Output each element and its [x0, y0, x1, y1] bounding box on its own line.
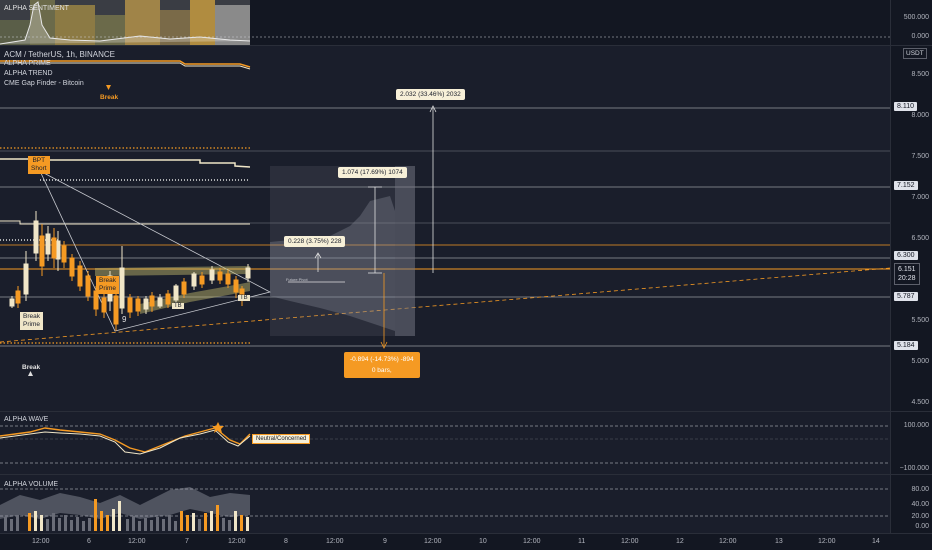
symbol-title[interactable]: ACM / TetherUS, 1h, BINANCE: [4, 50, 115, 59]
currency-button[interactable]: USDT: [903, 48, 927, 59]
sentiment-heatmap: [0, 0, 890, 45]
price-tick-8000: 8.000: [911, 112, 929, 119]
bar-countdown: 20:28: [898, 275, 916, 282]
break-prime-left-line2: Prime: [23, 321, 40, 328]
tb-badge-1: TB: [172, 303, 184, 309]
time-tick-5: 8: [284, 538, 288, 545]
future-pivot-label: Future Pivot: [286, 277, 308, 282]
time-tick-4: 12:00: [228, 538, 246, 545]
volume-tick-20: 20.00: [911, 513, 929, 520]
time-tick-2: 12:00: [128, 538, 146, 545]
alpha-wave-title[interactable]: ALPHA WAVE: [4, 416, 48, 423]
alpha-volume-pane[interactable]: ALPHA VOLUME: [0, 475, 890, 533]
price-label-high: 8.110: [894, 102, 917, 111]
break-prime-left-line1: Break: [23, 313, 40, 320]
current-price-label: 6.151 20:28: [894, 263, 920, 285]
alpha-wave-pane[interactable]: ALPHA WAVE Neutral/Concerned: [0, 412, 890, 474]
break-label-top: Break: [100, 94, 119, 101]
price-tick-6500: 6.500: [911, 235, 929, 242]
break-prime-badge-mid: Break Prime: [96, 276, 119, 294]
sentiment-tick-zero: 0.000: [911, 33, 929, 40]
price-label-support: 5.787: [894, 292, 918, 301]
current-price-value: 6.151: [898, 266, 916, 273]
sentiment-title: ALPHA SENTIMENT: [4, 5, 69, 12]
count-label-9: 9: [122, 315, 127, 324]
time-axis[interactable]: 12:00 6 12:00 7 12:00 8 12:00 9 12:00 10…: [0, 534, 932, 550]
alpha-wave-axis[interactable]: 100.000 −100.000: [890, 412, 932, 474]
time-tick-1: 6: [87, 538, 91, 545]
price-tick-8500: 8.500: [911, 71, 929, 78]
break-label-bottom: Break: [22, 364, 41, 371]
break-prime-badge-left: Break Prime: [20, 312, 43, 330]
volume-tick-0: 0.00: [915, 523, 929, 530]
price-tick-5000: 5.000: [911, 358, 929, 365]
sentiment-tick-high: 500.000: [903, 14, 929, 21]
wave-tick-high: 100.000: [903, 422, 929, 429]
bpt-short-badge: BPT Short: [28, 156, 50, 174]
measure-4-bars: 0 bars,: [371, 367, 392, 374]
sentiment-axis[interactable]: 500.000 0.000: [890, 0, 932, 45]
time-tick-16: 12:00: [818, 538, 836, 545]
volume-tick-80: 80.00: [911, 486, 929, 493]
price-tick-7000: 7.000: [911, 194, 929, 201]
measure-4-range: -0.894 (-14.73%) -894: [350, 356, 414, 363]
price-tick-5500: 5.500: [911, 317, 929, 324]
price-axis[interactable]: USDT 8.500 8.000 7.500 7.000 6.500 5.500…: [890, 46, 932, 411]
indicator-cme-gap[interactable]: CME Gap Finder - Bitcoin: [4, 80, 84, 87]
time-tick-3: 7: [185, 538, 189, 545]
break-prime-mid-line1: Break: [99, 277, 116, 284]
time-tick-11: 11: [578, 538, 586, 545]
price-tick-7500: 7.500: [911, 153, 929, 160]
time-tick-15: 13: [775, 538, 783, 545]
volume-tick-40: 40.00: [911, 501, 929, 508]
indicator-alpha-trend[interactable]: ALPHA TREND: [4, 70, 53, 77]
alpha-volume-title[interactable]: ALPHA VOLUME: [4, 481, 58, 488]
time-tick-8: 12:00: [424, 538, 442, 545]
price-label-upper: 7.152: [894, 181, 918, 190]
price-label-low: 5.184: [894, 341, 918, 350]
time-tick-0: 12:00: [32, 538, 50, 545]
tb-badge-2: TB: [238, 295, 250, 301]
indicator-alpha-prime[interactable]: ALPHA PRIME: [4, 60, 51, 67]
sentiment-pane[interactable]: ALPHA SENTIMENT: [0, 0, 890, 45]
alpha-volume-axis[interactable]: 80.00 40.00 20.00 0.00: [890, 475, 932, 533]
time-tick-7: 9: [383, 538, 387, 545]
measure-label-1[interactable]: 2.032 (33.46%) 2032: [396, 89, 465, 100]
measure-label-3[interactable]: 0.228 (3.75%) 228: [284, 236, 346, 247]
wave-tick-low: −100.000: [899, 465, 929, 472]
price-label-resistance: 6.300: [894, 251, 918, 260]
bpt-short-line2: Short: [31, 165, 47, 172]
time-tick-12: 12:00: [621, 538, 639, 545]
time-tick-9: 10: [479, 538, 487, 545]
alpha-wave-canvas: [0, 422, 890, 464]
main-chart-pane[interactable]: ACM / TetherUS, 1h, BINANCE ALPHA PRIME …: [0, 46, 891, 411]
break-prime-mid-line2: Prime: [99, 285, 116, 292]
measure-label-2[interactable]: 1.074 (17.69%) 1074: [338, 167, 407, 178]
measure-label-4[interactable]: -0.894 (-14.73%) -894 0 bars,: [344, 352, 420, 378]
time-tick-17: 14: [872, 538, 880, 545]
bpt-short-line1: BPT: [32, 157, 46, 164]
price-chart-canvas: [0, 60, 891, 376]
time-tick-6: 12:00: [326, 538, 344, 545]
time-tick-10: 12:00: [523, 538, 541, 545]
wave-state-label: Neutral/Concerned: [252, 434, 311, 444]
alpha-volume-canvas: [0, 487, 890, 531]
time-tick-13: 12: [676, 538, 684, 545]
price-tick-4500: 4.500: [911, 399, 929, 406]
time-tick-14: 12:00: [719, 538, 737, 545]
